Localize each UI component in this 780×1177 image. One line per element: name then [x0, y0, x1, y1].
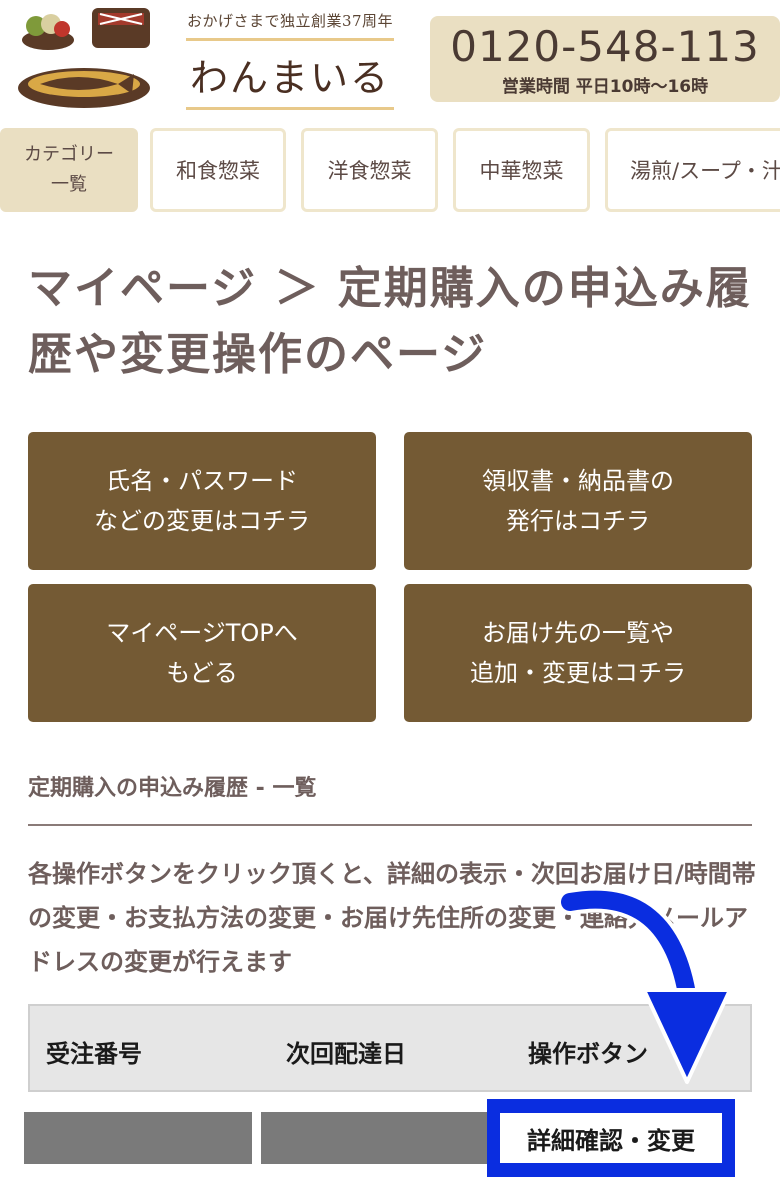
column-header-order-number: 受注番号	[46, 1040, 142, 1068]
site-header: おかげさまで独立創業37周年 わんまいる 0120-548-113 営業時間 平…	[0, 0, 780, 120]
next-delivery-cell-redacted	[261, 1112, 487, 1164]
detail-confirm-change-button[interactable]: 詳細確認・変更	[500, 1113, 722, 1163]
category-nav-item-all[interactable]: カテゴリー 一覧	[0, 128, 138, 212]
mypage-top-button[interactable]: マイページTOPへ もどる	[28, 584, 376, 722]
delivery-address-button[interactable]: お届け先の一覧や 追加・変更はコチラ	[404, 584, 752, 722]
issue-receipt-button[interactable]: 領収書・納品書の 発行はコチラ	[404, 432, 752, 570]
column-header-next-delivery: 次回配達日	[286, 1040, 406, 1068]
table-header: 受注番号 次回配達日 操作ボタン	[28, 1004, 752, 1092]
section-divider	[28, 824, 752, 826]
edit-name-password-button[interactable]: 氏名・パスワード などの変更はコチラ	[28, 432, 376, 570]
phone-number[interactable]: 0120-548-113	[430, 22, 780, 71]
tagline: おかげさまで独立創業37周年	[186, 12, 394, 30]
brand-logo[interactable]: わんまいる	[186, 38, 394, 110]
business-hours: 営業時間 平日10時〜16時	[501, 77, 709, 97]
section-description: 各操作ボタンをクリック頂くと、詳細の表示・次回お届け日/時間帯の変更・お支払方法…	[28, 860, 756, 976]
phone-contact[interactable]: 0120-548-113 営業時間 平日10時〜16時	[430, 16, 780, 102]
category-nav-item-soup[interactable]: 湯煎/スープ・汁	[605, 128, 780, 212]
column-header-actions: 操作ボタン	[528, 1040, 648, 1068]
category-nav-item-western[interactable]: 洋食惣菜	[301, 128, 438, 212]
category-nav: カテゴリー 一覧 和食惣菜 洋食惣菜 中華惣菜 湯煎/スープ・汁	[0, 128, 780, 214]
brand-logo-text: わんまいる	[189, 56, 390, 100]
category-nav-item-japanese[interactable]: 和食惣菜	[150, 128, 286, 212]
page-title: マイページ ＞ 定期購入の申込み履歴や変更操作のページ	[28, 263, 752, 380]
food-bowls-logo-icon[interactable]	[18, 4, 158, 112]
section-heading: 定期購入の申込み履歴 - 一覧	[28, 776, 317, 801]
category-nav-item-chinese[interactable]: 中華惣菜	[453, 128, 590, 212]
order-number-cell-redacted	[24, 1112, 252, 1164]
